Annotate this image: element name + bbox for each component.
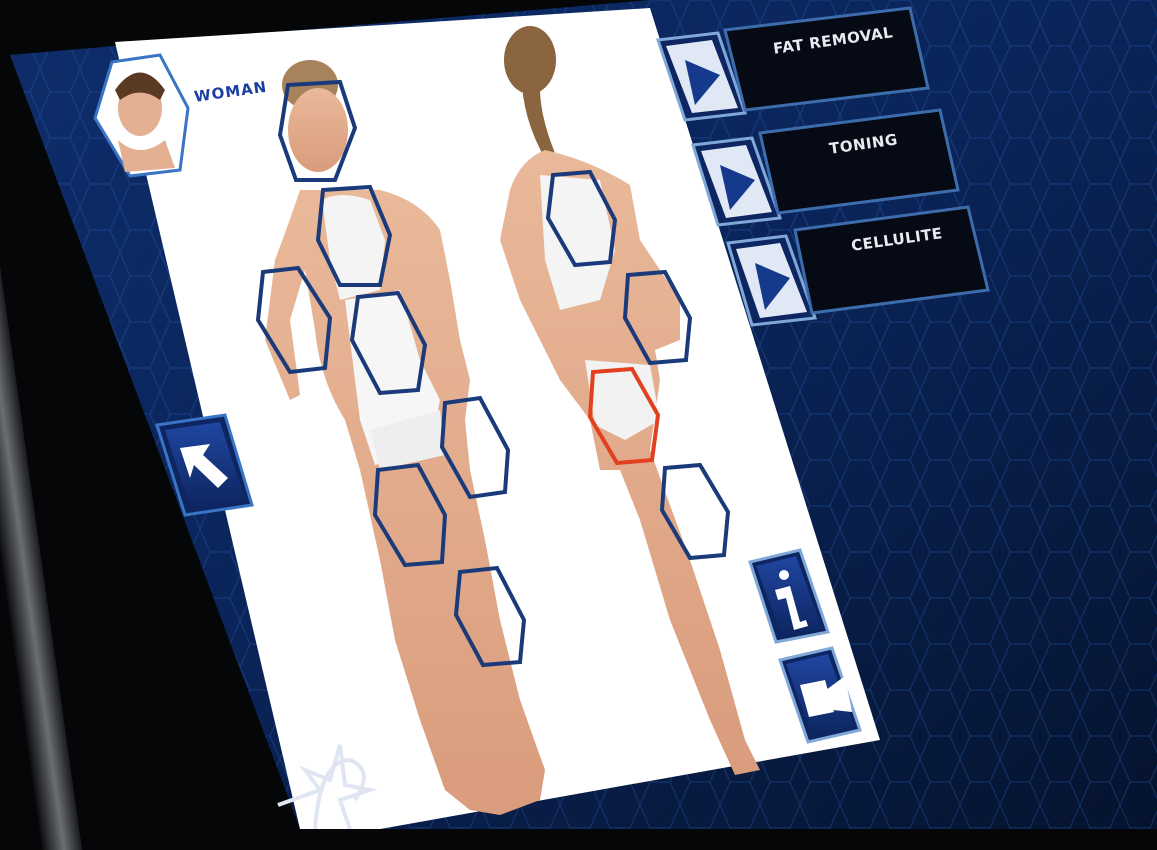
screen xyxy=(10,0,1157,829)
